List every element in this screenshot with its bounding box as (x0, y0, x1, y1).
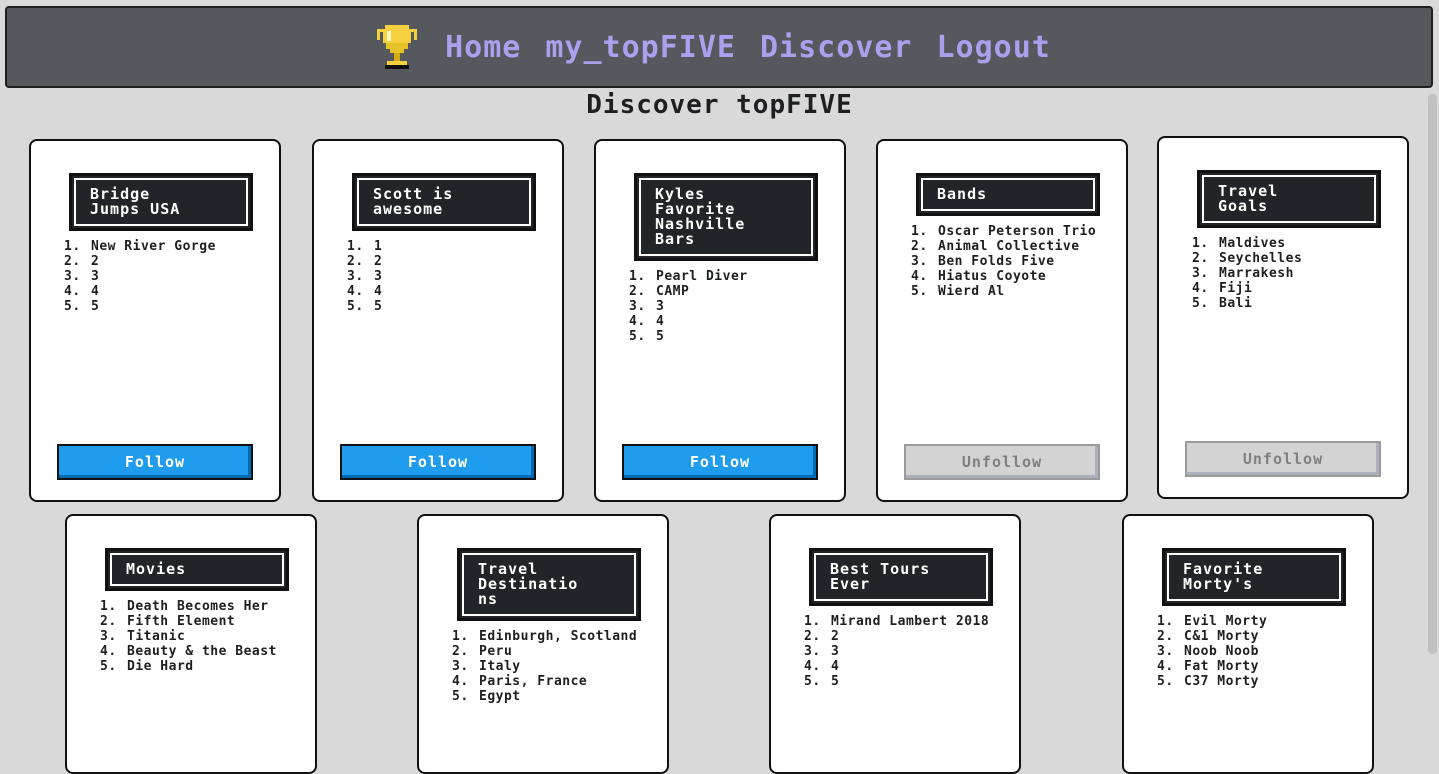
list-item: Bali (1217, 296, 1407, 311)
card-title-line: Bars (655, 230, 696, 248)
card-item-list: Mirand Lambert 20182345 (799, 614, 1019, 689)
nav-logout-link[interactable]: Logout (937, 30, 1051, 65)
nav-home-link[interactable]: Home (445, 30, 521, 65)
topfive-card: Scott isawesome 12345 Follow (312, 139, 564, 502)
card-title-line: Ever (830, 575, 871, 593)
follow-button[interactable]: Follow (340, 444, 536, 480)
nav-my-topfive-link[interactable]: my_topFIVE (545, 30, 736, 65)
card-item-list: Oscar Peterson TrioAnimal CollectiveBen … (906, 224, 1126, 299)
list-item: Death Becomes Her (125, 599, 315, 614)
list-item: 4 (654, 314, 844, 329)
scrollbar[interactable] (1428, 94, 1437, 654)
list-item: Wierd Al (936, 284, 1126, 299)
list-item: Marrakesh (1217, 266, 1407, 281)
follow-button[interactable]: Follow (57, 444, 253, 480)
topfive-card: FavoriteMorty's Evil MortyC&1 MortyNoob N… (1122, 514, 1374, 774)
list-item: 3 (829, 644, 1019, 659)
list-item: Evil Morty (1182, 614, 1372, 629)
card-title: Bridge Jumps USA (69, 173, 253, 231)
topfive-card: TravelGoals MaldivesSeychellesMarrakeshFi… (1157, 136, 1409, 499)
list-item: Seychelles (1217, 251, 1407, 266)
card-title: Travel Goals (1197, 170, 1381, 228)
list-item: 1 (372, 239, 562, 254)
list-item: Beauty & the Beast (125, 644, 315, 659)
card-title: Kyles Favorite Nashville Bars (634, 173, 818, 261)
list-item: Hiatus Coyote (936, 269, 1126, 284)
card-item-list: Pearl DiverCAMP345 (624, 269, 844, 344)
topfive-card: BridgeJumps USA New River Gorge2345 Follow (29, 139, 281, 502)
list-item: 5 (654, 329, 844, 344)
topfive-card: Movies Death Becomes HerFifth ElementTita… (65, 514, 317, 774)
card-item-list: MaldivesSeychellesMarrakeshFijiBali (1187, 236, 1407, 311)
list-item: 4 (372, 284, 562, 299)
page-title: Discover topFIVE (586, 90, 853, 120)
list-item: Italy (477, 659, 667, 674)
list-item: Fifth Element (125, 614, 315, 629)
navbar: Home my_topFIVE Discover Logout (5, 6, 1433, 88)
card-title-line: Goals (1218, 197, 1269, 215)
unfollow-button[interactable]: Unfollow (904, 444, 1100, 480)
list-item: 5 (372, 299, 562, 314)
card-title: Best Tours Ever (809, 548, 993, 606)
list-item: 3 (372, 269, 562, 284)
list-item: Ben Folds Five (936, 254, 1126, 269)
card-item-list: 12345 (342, 239, 562, 314)
card-item-list: Death Becomes HerFifth ElementTitanicBea… (95, 599, 315, 674)
list-item: New River Gorge (89, 239, 279, 254)
list-item: 5 (829, 674, 1019, 689)
unfollow-button[interactable]: Unfollow (1185, 441, 1381, 477)
topfive-card: KylesFavoriteNashvilleBars Pearl DiverCAM… (594, 139, 846, 502)
card-title: Favorite Morty's (1162, 548, 1346, 606)
card-title-line: Destinatio (478, 575, 579, 593)
list-item: Peru (477, 644, 667, 659)
card-title-line: Movies (126, 560, 187, 578)
list-item: 3 (654, 299, 844, 314)
card-title: Scott is awesome (352, 173, 536, 231)
trophy-icon (377, 25, 418, 69)
list-item: Oscar Peterson Trio (936, 224, 1126, 239)
list-item: Animal Collective (936, 239, 1126, 254)
list-item: Maldives (1217, 236, 1407, 251)
list-item: 4 (89, 284, 279, 299)
list-item: C37 Morty (1182, 674, 1372, 689)
list-item: CAMP (654, 284, 844, 299)
card-title: Travel Destinatio ns (457, 548, 641, 621)
card-title: Bands (916, 173, 1100, 216)
nav-discover-link[interactable]: Discover (760, 30, 913, 65)
card-title-line: Morty's (1183, 575, 1254, 593)
list-item: 3 (89, 269, 279, 284)
list-item: C&1 Morty (1182, 629, 1372, 644)
card-title-line: Jumps USA (90, 200, 181, 218)
list-item: 5 (89, 299, 279, 314)
list-item: Paris, France (477, 674, 667, 689)
list-item: Mirand Lambert 2018 (829, 614, 1019, 629)
card-title-line: Bands (937, 185, 988, 203)
topfive-card: Best ToursEver Mirand Lambert 20182345 (769, 514, 1021, 774)
list-item: Egypt (477, 689, 667, 704)
follow-button[interactable]: Follow (622, 444, 818, 480)
list-item: 2 (89, 254, 279, 269)
list-item: Fiji (1217, 281, 1407, 296)
topfive-card: Bands Oscar Peterson TrioAnimal Collectiv… (876, 139, 1128, 502)
topfive-card: TravelDestinations Edinburgh, ScotlandPer… (417, 514, 669, 774)
list-item: 2 (829, 629, 1019, 644)
list-item: Titanic (125, 629, 315, 644)
card-title: Movies (105, 548, 289, 591)
list-item: Die Hard (125, 659, 315, 674)
list-item: Edinburgh, Scotland (477, 629, 667, 644)
card-title-line: ns (478, 590, 499, 608)
card-item-list: New River Gorge2345 (59, 239, 279, 314)
list-item: 2 (372, 254, 562, 269)
card-item-list: Edinburgh, ScotlandPeruItalyParis, Franc… (447, 629, 667, 704)
list-item: Noob Noob (1182, 644, 1372, 659)
list-item: Pearl Diver (654, 269, 844, 284)
list-item: 4 (829, 659, 1019, 674)
list-item: Fat Morty (1182, 659, 1372, 674)
card-item-list: Evil MortyC&1 MortyNoob NoobFat MortyC37… (1152, 614, 1372, 689)
card-title-line: awesome (373, 200, 444, 218)
